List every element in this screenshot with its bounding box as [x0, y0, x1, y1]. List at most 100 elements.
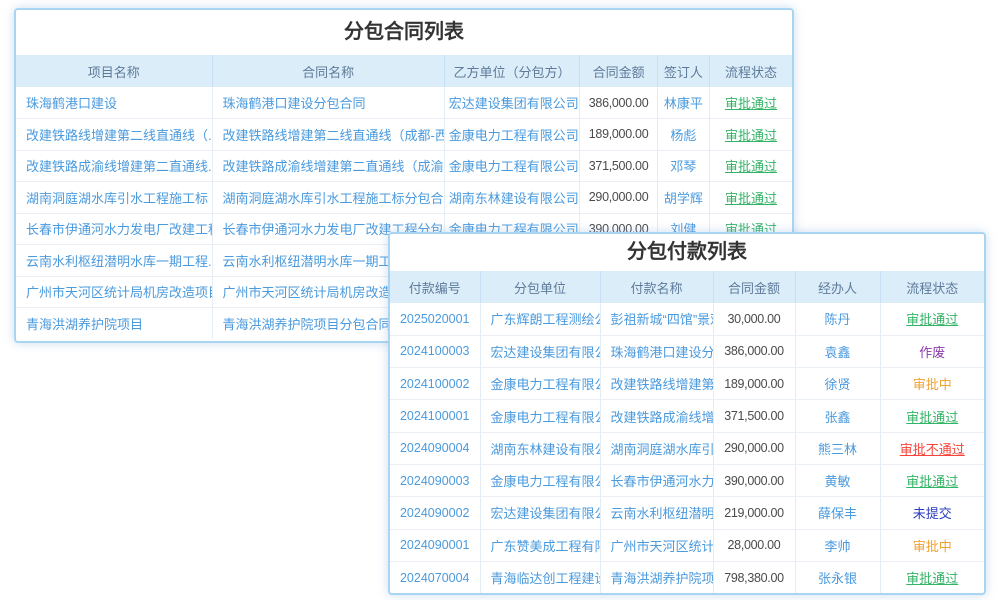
cell-party_b[interactable]: 金康电力工程有限公司 [444, 119, 580, 151]
cell-status[interactable]: 审批通过 [880, 400, 984, 432]
cell-signer[interactable]: 邓琴 [657, 150, 709, 182]
cell-amount: 189,000.00 [580, 119, 657, 151]
cell-payment_name[interactable]: 广州市天河区统计局机... [600, 529, 713, 561]
cell-unit[interactable]: 湖南东林建设有限公司 [480, 432, 600, 464]
cell-project[interactable]: 青海洪湖养护院项目 [16, 308, 212, 340]
cell-contract[interactable]: 珠海鹤港口建设分包合同 [212, 87, 444, 119]
cell-contract[interactable]: 湖南洞庭湖水库引水工程施工标分包合同 [212, 182, 444, 214]
cell-project[interactable]: 湖南洞庭湖水库引水工程施工标 [16, 182, 212, 214]
cell-amount: 290,000.00 [580, 182, 657, 214]
cell-contract[interactable]: 改建铁路线增建第二线直通线（成都-西... [212, 119, 444, 151]
payment-table: 付款编号分包单位付款名称合同金额经办人流程状态 2025020001广东辉朗工程… [390, 271, 984, 594]
cell-payment_no[interactable]: 2025020001 [390, 303, 480, 335]
table-row[interactable]: 2024070004青海临达创工程建设有...青海洪湖养护院项目分...798,… [390, 561, 984, 593]
cell-status[interactable]: 作废 [880, 335, 984, 367]
cell-status[interactable]: 审批中 [880, 529, 984, 561]
cell-payment_name[interactable]: 湖南洞庭湖水库引水工... [600, 432, 713, 464]
table-row[interactable]: 2025020001广东辉朗工程测绘公司彭祖新城“四馆”景观工...30,000… [390, 303, 984, 335]
cell-handler[interactable]: 黄敏 [795, 464, 880, 496]
table-row[interactable]: 2024100001金康电力工程有限公司改建铁路成渝线增建第...371,500… [390, 400, 984, 432]
column-header-2: 付款名称 [600, 271, 713, 303]
column-header-1: 合同名称 [212, 55, 444, 87]
table-row[interactable]: 2024090003金康电力工程有限公司长春市伊通河水力发电...390,000… [390, 464, 984, 496]
cell-payment_name[interactable]: 改建铁路成渝线增建第... [600, 400, 713, 432]
cell-amount: 386,000.00 [713, 335, 795, 367]
column-header-4: 经办人 [795, 271, 880, 303]
cell-handler[interactable]: 袁鑫 [795, 335, 880, 367]
cell-project[interactable]: 长春市伊通河水力发电厂改建工程 [16, 213, 212, 245]
cell-handler[interactable]: 陈丹 [795, 303, 880, 335]
cell-handler[interactable]: 熊三林 [795, 432, 880, 464]
cell-signer[interactable]: 胡学辉 [657, 182, 709, 214]
cell-signer[interactable]: 林康平 [657, 87, 709, 119]
cell-payment_no[interactable]: 2024070004 [390, 561, 480, 593]
column-header-5: 流程状态 [880, 271, 984, 303]
cell-payment_name[interactable]: 珠海鹤港口建设分包合... [600, 335, 713, 367]
cell-amount: 386,000.00 [580, 87, 657, 119]
cell-payment_no[interactable]: 2024090004 [390, 432, 480, 464]
table-row[interactable]: 湖南洞庭湖水库引水工程施工标湖南洞庭湖水库引水工程施工标分包合同湖南东林建设有限… [16, 182, 792, 214]
cell-status[interactable]: 审批通过 [710, 119, 792, 151]
cell-status[interactable]: 审批通过 [710, 150, 792, 182]
cell-unit[interactable]: 宏达建设集团有限公司 [480, 335, 600, 367]
cell-payment_name[interactable]: 云南水利枢纽潜明水库... [600, 497, 713, 529]
cell-project[interactable]: 云南水利枢纽潜明水库一期工程... [16, 245, 212, 277]
cell-amount: 30,000.00 [713, 303, 795, 335]
cell-party_b[interactable]: 金康电力工程有限公司 [444, 150, 580, 182]
cell-payment_name[interactable]: 青海洪湖养护院项目分... [600, 561, 713, 593]
table-row[interactable]: 2024090001广东赞美成工程有限公司广州市天河区统计局机...28,000… [390, 529, 984, 561]
cell-unit[interactable]: 广东赞美成工程有限公司 [480, 529, 600, 561]
cell-payment_no[interactable]: 2024100001 [390, 400, 480, 432]
cell-unit[interactable]: 金康电力工程有限公司 [480, 464, 600, 496]
cell-project[interactable]: 珠海鹤港口建设 [16, 87, 212, 119]
cell-handler[interactable]: 徐贤 [795, 368, 880, 400]
cell-status[interactable]: 审批中 [880, 368, 984, 400]
cell-handler[interactable]: 李帅 [795, 529, 880, 561]
cell-party_b[interactable]: 湖南东林建设有限公司 [444, 182, 580, 214]
cell-unit[interactable]: 青海临达创工程建设有... [480, 561, 600, 593]
table-row[interactable]: 改建铁路成渝线增建第二直通线...改建铁路成渝线增建第二直通线（成渝...金康电… [16, 150, 792, 182]
table-row[interactable]: 珠海鹤港口建设珠海鹤港口建设分包合同宏达建设集团有限公司386,000.00林康… [16, 87, 792, 119]
cell-payment_no[interactable]: 2024090001 [390, 529, 480, 561]
column-header-5: 流程状态 [710, 55, 792, 87]
cell-amount: 798,380.00 [713, 561, 795, 593]
table-row[interactable]: 2024100003宏达建设集团有限公司珠海鹤港口建设分包合...386,000… [390, 335, 984, 367]
table-row[interactable]: 2024090004湖南东林建设有限公司湖南洞庭湖水库引水工...290,000… [390, 432, 984, 464]
cell-project[interactable]: 改建铁路成渝线增建第二直通线... [16, 150, 212, 182]
cell-payment_no[interactable]: 2024100002 [390, 368, 480, 400]
cell-payment_no[interactable]: 2024090003 [390, 464, 480, 496]
table-row[interactable]: 2024100002金康电力工程有限公司改建铁路线增建第二线...189,000… [390, 368, 984, 400]
payment-table-body: 2025020001广东辉朗工程测绘公司彭祖新城“四馆”景观工...30,000… [390, 303, 984, 594]
cell-payment_no[interactable]: 2024090002 [390, 497, 480, 529]
cell-payment_no[interactable]: 2024100003 [390, 335, 480, 367]
cell-payment_name[interactable]: 彭祖新城“四馆”景观工... [600, 303, 713, 335]
cell-payment_name[interactable]: 改建铁路线增建第二线... [600, 368, 713, 400]
cell-status[interactable]: 审批不通过 [880, 432, 984, 464]
contract-table-header-row: 项目名称合同名称乙方单位（分包方）合同金额签订人流程状态 [16, 55, 792, 87]
cell-signer[interactable]: 杨彪 [657, 119, 709, 151]
cell-party_b[interactable]: 宏达建设集团有限公司 [444, 87, 580, 119]
cell-status[interactable]: 审批通过 [710, 182, 792, 214]
column-header-4: 签订人 [657, 55, 709, 87]
cell-status[interactable]: 未提交 [880, 497, 984, 529]
cell-handler[interactable]: 张鑫 [795, 400, 880, 432]
payment-table-header-row: 付款编号分包单位付款名称合同金额经办人流程状态 [390, 271, 984, 303]
cell-unit[interactable]: 金康电力工程有限公司 [480, 368, 600, 400]
column-header-0: 付款编号 [390, 271, 480, 303]
cell-handler[interactable]: 薛保丰 [795, 497, 880, 529]
cell-status[interactable]: 审批通过 [710, 87, 792, 119]
cell-unit[interactable]: 广东辉朗工程测绘公司 [480, 303, 600, 335]
table-row[interactable]: 改建铁路线增建第二线直通线（...改建铁路线增建第二线直通线（成都-西...金康… [16, 119, 792, 151]
cell-payment_name[interactable]: 长春市伊通河水力发电... [600, 464, 713, 496]
table-row[interactable]: 2024090002宏达建设集团有限公司云南水利枢纽潜明水库...219,000… [390, 497, 984, 529]
cell-project[interactable]: 广州市天河区统计局机房改造项目 [16, 276, 212, 308]
subcontract-payment-list-panel: 分包付款列表 付款编号分包单位付款名称合同金额经办人流程状态 202502000… [388, 232, 986, 595]
cell-handler[interactable]: 张永银 [795, 561, 880, 593]
cell-status[interactable]: 审批通过 [880, 561, 984, 593]
cell-unit[interactable]: 宏达建设集团有限公司 [480, 497, 600, 529]
cell-unit[interactable]: 金康电力工程有限公司 [480, 400, 600, 432]
cell-project[interactable]: 改建铁路线增建第二线直通线（... [16, 119, 212, 151]
cell-contract[interactable]: 改建铁路成渝线增建第二直通线（成渝... [212, 150, 444, 182]
cell-status[interactable]: 审批通过 [880, 303, 984, 335]
cell-status[interactable]: 审批通过 [880, 464, 984, 496]
